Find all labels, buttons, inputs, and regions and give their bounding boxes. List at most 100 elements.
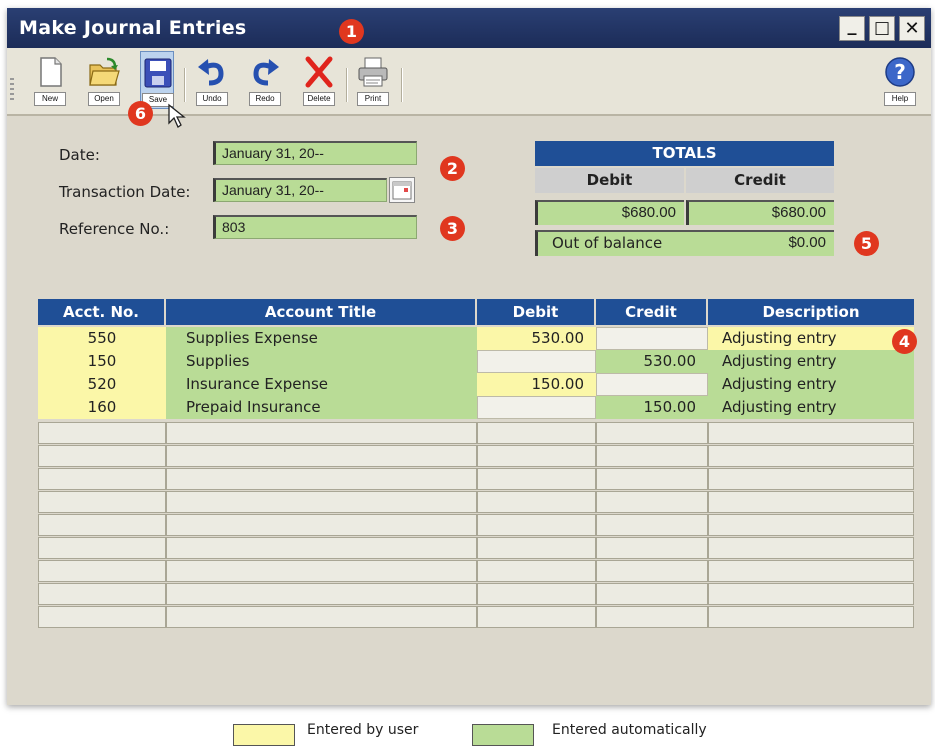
totals-debit-header: Debit [535,168,684,193]
row4-acct[interactable]: 160 [38,396,166,419]
empty-row [38,606,914,629]
redo-button[interactable]: Redo [248,51,282,109]
row2-credit[interactable]: 530.00 [596,350,708,373]
close-button[interactable]: ✕ [899,16,925,41]
empty-cell[interactable] [596,537,708,559]
row2-debit[interactable] [477,350,596,373]
out-of-balance-label: Out of balance [552,234,663,252]
empty-cell[interactable] [166,537,477,559]
empty-cell[interactable] [38,560,166,582]
empty-cell[interactable] [477,445,596,467]
empty-cell[interactable] [477,422,596,444]
calendar-button[interactable] [389,177,415,203]
empty-cell[interactable] [38,422,166,444]
row1-acct[interactable]: 550 [38,327,166,350]
empty-cell[interactable] [596,445,708,467]
row3-acct[interactable]: 520 [38,373,166,396]
empty-cell[interactable] [166,468,477,490]
callout-6: 6 [128,101,153,126]
empty-cell[interactable] [166,583,477,605]
delete-label: Delete [303,92,335,106]
row4-description[interactable]: Adjusting entry [708,396,914,419]
toolbar-grip[interactable] [10,78,14,100]
empty-cell[interactable] [38,491,166,513]
empty-cell[interactable] [477,537,596,559]
out-of-balance-value: $0.00 [788,234,826,251]
calendar-icon [392,181,412,200]
empty-cell[interactable] [596,422,708,444]
toolbar-separator [401,68,403,102]
open-button[interactable]: Open [87,51,121,109]
empty-cell[interactable] [166,445,477,467]
empty-cell[interactable] [596,606,708,628]
totals-credit-value: $680.00 [686,200,834,225]
empty-cell[interactable] [38,514,166,536]
row4-debit[interactable] [477,396,596,419]
row4-title: Prepaid Insurance [166,396,477,419]
row1-debit[interactable]: 530.00 [477,327,596,350]
empty-cell[interactable] [708,537,914,559]
empty-cell[interactable] [596,583,708,605]
new-button[interactable]: New [33,51,67,109]
row4-credit[interactable]: 150.00 [596,396,708,419]
minimize-button[interactable]: _ [839,15,865,41]
print-button[interactable]: Print [356,51,390,109]
empty-cell[interactable] [38,468,166,490]
empty-cell[interactable] [708,606,914,628]
empty-cell[interactable] [708,560,914,582]
empty-cell[interactable] [166,606,477,628]
save-button[interactable]: Save [140,51,174,109]
folder-icon [89,57,120,86]
empty-cell[interactable] [38,445,166,467]
help-button[interactable]: ? Help [883,51,917,109]
journal-window: Make Journal Entries _ □ ✕ 1 New Open Sa… [7,8,931,705]
open-label: Open [88,92,120,106]
row2-description[interactable]: Adjusting entry [708,350,914,373]
empty-cell[interactable] [477,560,596,582]
totals-debit-value: $680.00 [535,200,684,225]
row3-description[interactable]: Adjusting entry [708,373,914,396]
mouse-pointer-icon [168,103,186,128]
empty-cell[interactable] [596,468,708,490]
row2-acct[interactable]: 150 [38,350,166,373]
empty-cell[interactable] [477,491,596,513]
maximize-button[interactable]: □ [869,16,895,41]
totals-credit-header: Credit [686,168,834,193]
undo-icon [198,59,224,86]
toolbar-separator [346,68,348,102]
empty-cell[interactable] [477,583,596,605]
empty-cell[interactable] [477,514,596,536]
callout-4: 4 [892,329,917,354]
empty-cell[interactable] [596,560,708,582]
empty-cell[interactable] [708,514,914,536]
row1-credit[interactable] [596,327,708,350]
empty-cell[interactable] [477,606,596,628]
empty-cell[interactable] [708,583,914,605]
empty-cell[interactable] [166,560,477,582]
empty-cell[interactable] [708,422,914,444]
date-field[interactable]: January 31, 20-- [213,141,417,165]
date-label: Date: [59,146,100,164]
empty-cell[interactable] [38,583,166,605]
empty-cell[interactable] [38,537,166,559]
empty-cell[interactable] [477,468,596,490]
empty-cell[interactable] [596,514,708,536]
row3-credit[interactable] [596,373,708,396]
empty-cell[interactable] [166,491,477,513]
print-icon [358,57,388,87]
undo-button[interactable]: Undo [195,51,229,109]
reference-field[interactable]: 803 [213,215,417,239]
column-header-account-title: Account Title [166,299,477,325]
empty-cell[interactable] [38,606,166,628]
delete-button[interactable]: Delete [302,51,336,109]
row1-description[interactable]: Adjusting entry [708,327,914,350]
empty-cell[interactable] [166,514,477,536]
empty-cell[interactable] [708,491,914,513]
redo-label: Redo [249,92,281,106]
empty-cell[interactable] [708,445,914,467]
empty-cell[interactable] [708,468,914,490]
row3-debit[interactable]: 150.00 [477,373,596,396]
empty-cell[interactable] [596,491,708,513]
empty-cell[interactable] [166,422,477,444]
transaction-date-field[interactable]: January 31, 20-- [213,178,387,202]
